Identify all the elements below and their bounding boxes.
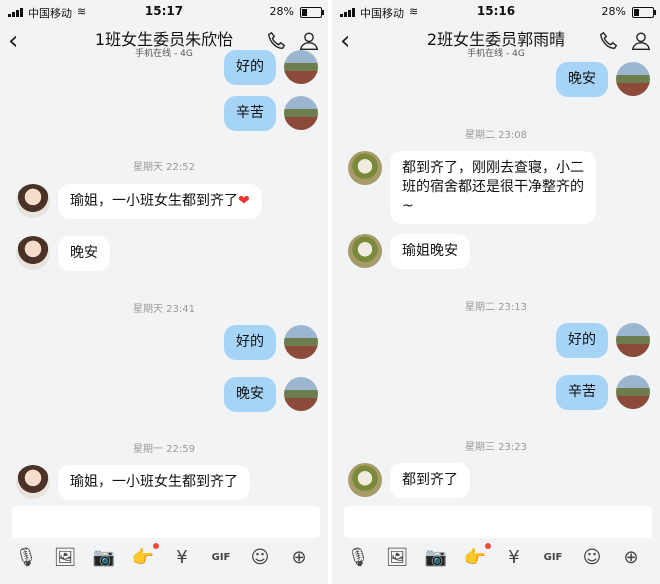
chat-header: ‹ 1班女生委员朱欣怡 手机在线 - 4G	[0, 24, 328, 62]
red-packet-icon[interactable]: ¥	[502, 546, 526, 570]
plus-icon[interactable]: ⊕	[619, 546, 643, 570]
heart-emoji-icon: ❤	[238, 193, 250, 209]
camera-icon[interactable]: 📷	[92, 546, 116, 570]
message-bubble[interactable]: 瑜姐，一小班女生都到齐了	[58, 465, 250, 500]
timestamp: 星期天 23:41	[133, 304, 195, 315]
shake-icon[interactable]: 👉	[131, 546, 155, 570]
avatar[interactable]	[348, 463, 382, 497]
message-text: 辛苦	[236, 105, 264, 121]
avatar[interactable]	[16, 465, 50, 499]
message-bubble[interactable]: 好的	[556, 323, 608, 358]
microphone-icon[interactable]: 🎙	[346, 546, 370, 570]
plus-icon[interactable]: ⊕	[287, 546, 311, 570]
message-bubble[interactable]: 晚安	[224, 377, 276, 412]
image-icon[interactable]: 🖼	[385, 546, 409, 570]
message-text: 都到齐了	[402, 472, 458, 488]
message-bubble[interactable]: 都到齐了，刚刚去查寝，小二 班的宿舍都还是很干净整齐的 ~	[390, 151, 596, 224]
message-text: 好的	[236, 59, 264, 75]
avatar[interactable]	[284, 377, 318, 411]
battery-icon	[300, 7, 324, 18]
avatar[interactable]	[284, 325, 318, 359]
notification-dot	[153, 543, 159, 549]
message-input[interactable]	[344, 506, 652, 538]
emoji-icon[interactable]: ☺	[580, 546, 604, 570]
message-text: 瑜姐，一小班女生都到齐了	[70, 193, 238, 209]
message-text: 好的	[568, 332, 596, 348]
message-bubble[interactable]: 辛苦	[224, 96, 276, 131]
message-bubble[interactable]: 晚安	[58, 236, 110, 271]
call-icon[interactable]	[598, 30, 620, 52]
right-chat-screen: 中国移动 ≋ 15:16 28% ‹ 2班女生委员郭雨晴 手机在线 - 4G 晚…	[332, 0, 660, 584]
timestamp: 星期二 23:13	[465, 302, 527, 313]
left-chat-screen: 中国移动 ≋ 15:17 28% ‹ 1班女生委员朱欣怡 手机在线 - 4G 好…	[0, 0, 328, 584]
message-input[interactable]	[12, 506, 320, 538]
avatar[interactable]	[284, 50, 318, 84]
timestamp: 星期一 22:59	[133, 444, 195, 455]
message-bubble[interactable]: 辛苦	[556, 375, 608, 410]
message-bubble[interactable]: 瑜姐晚安	[390, 234, 470, 269]
avatar[interactable]	[284, 96, 318, 130]
message-text: 瑜姐，一小班女生都到齐了	[70, 474, 238, 490]
notification-dot	[485, 543, 491, 549]
image-icon[interactable]: 🖼	[53, 546, 77, 570]
message-bubble[interactable]: 好的	[224, 50, 276, 85]
message-text: 好的	[236, 334, 264, 350]
battery-percent: 28%	[601, 5, 626, 18]
timestamp: 星期三 23:23	[465, 442, 527, 453]
message-bubble[interactable]: 好的	[224, 325, 276, 360]
avatar[interactable]	[616, 323, 650, 357]
message-text: 晚安	[70, 245, 98, 261]
avatar[interactable]	[616, 375, 650, 409]
message-text: 晚安	[236, 386, 264, 402]
message-bubble[interactable]: 都到齐了	[390, 463, 470, 498]
message-text: 晚安	[568, 71, 596, 87]
battery-percent: 28%	[269, 5, 294, 18]
avatar[interactable]	[348, 234, 382, 268]
input-toolbar: 🎙 🖼 📷 👉 ¥ GIF ☺ ⊕	[0, 543, 328, 574]
emoji-icon[interactable]: ☺	[248, 546, 272, 570]
call-icon[interactable]	[266, 30, 288, 52]
message-bubble[interactable]: 晚安	[556, 62, 608, 97]
input-toolbar: 🎙 🖼 📷 👉 ¥ GIF ☺ ⊕	[332, 543, 660, 574]
timestamp: 星期天 22:52	[133, 162, 195, 173]
message-text: 辛苦	[568, 384, 596, 400]
gif-icon[interactable]: GIF	[209, 546, 233, 570]
avatar[interactable]	[616, 62, 650, 96]
battery-icon	[632, 7, 656, 18]
chat-header: ‹ 2班女生委员郭雨晴 手机在线 - 4G	[332, 24, 660, 62]
gif-icon[interactable]: GIF	[541, 546, 565, 570]
avatar[interactable]	[16, 184, 50, 218]
camera-icon[interactable]: 📷	[424, 546, 448, 570]
profile-icon[interactable]	[630, 30, 652, 52]
timestamp: 星期二 23:08	[465, 130, 527, 141]
red-packet-icon[interactable]: ¥	[170, 546, 194, 570]
profile-icon[interactable]	[298, 30, 320, 52]
message-bubble[interactable]: 瑜姐，一小班女生都到齐了❤	[58, 184, 262, 219]
avatar[interactable]	[16, 236, 50, 270]
microphone-icon[interactable]: 🎙	[14, 546, 38, 570]
status-bar: 中国移动 ≋ 15:17 28%	[0, 0, 328, 24]
message-text: 都到齐了，刚刚去查寝，小二 班的宿舍都还是很干净整齐的 ~	[402, 160, 584, 214]
message-text: 瑜姐晚安	[402, 243, 458, 259]
shake-icon[interactable]: 👉	[463, 546, 487, 570]
status-bar: 中国移动 ≋ 15:16 28%	[332, 0, 660, 24]
avatar[interactable]	[348, 151, 382, 185]
